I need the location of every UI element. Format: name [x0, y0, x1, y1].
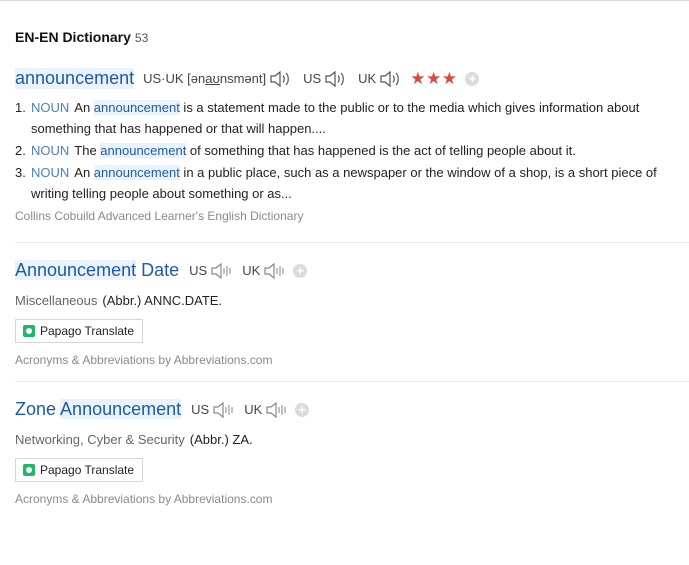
- pronunciation: US·UK [ənaʊnsmənt]: [143, 71, 267, 86]
- speaker-disabled-icon: [212, 401, 234, 419]
- divider: [15, 242, 689, 243]
- source-link[interactable]: Acronyms & Abbreviations by Abbreviation…: [15, 353, 689, 367]
- speaker-icon[interactable]: [324, 70, 346, 88]
- highlighted-word: announcement: [93, 100, 180, 115]
- highlighted-word: announcement: [100, 143, 187, 158]
- speaker-disabled-icon: [263, 262, 285, 280]
- entry-announcement: announcement US·UK [ənaʊnsmənt] US UK ★★…: [15, 68, 689, 223]
- entry-title-row: Zone Announcement US UK +: [15, 399, 689, 420]
- plus-icon[interactable]: +: [465, 71, 480, 86]
- speaker-icon[interactable]: [379, 70, 401, 88]
- plus-icon[interactable]: +: [295, 402, 310, 417]
- source-link[interactable]: Collins Cobuild Advanced Learner's Engli…: [15, 209, 689, 223]
- us-label: US: [189, 263, 208, 278]
- uk-label: UK: [242, 263, 261, 278]
- papago-translate-button[interactable]: Papago Translate: [15, 319, 144, 343]
- headword-link[interactable]: Announcement Date: [15, 260, 179, 281]
- rating-stars: ★★★: [410, 68, 458, 88]
- source-link[interactable]: Acronyms & Abbreviations by Abbreviation…: [15, 492, 689, 506]
- entry-title-row: Announcement Date US UK +: [15, 260, 689, 281]
- highlighted-word: announcement: [93, 165, 180, 180]
- definition-item: 3. NOUN An announcement in a public place,…: [15, 165, 657, 201]
- us-label: US: [191, 402, 210, 417]
- uk-label: UK: [358, 71, 377, 86]
- papago-translate-button[interactable]: Papago Translate: [15, 458, 144, 482]
- abbreviation-row: Networking, Cyber & Security (Abbr.) ZA.: [15, 432, 689, 447]
- us-label: US: [303, 71, 322, 86]
- entry-zone-announcement: Zone Announcement US UK + Networking, Cy…: [15, 399, 689, 506]
- abbreviation-row: Miscellaneous (Abbr.) ANNC.DATE.: [15, 293, 689, 308]
- part-of-speech: NOUN: [31, 143, 70, 158]
- headword-link[interactable]: Zone Announcement: [15, 399, 182, 420]
- definition-item: 2. NOUN The announcement of something that…: [15, 143, 576, 158]
- speaker-disabled-icon: [210, 262, 232, 280]
- category-label: Networking, Cyber & Security: [15, 432, 185, 447]
- dictionary-title: EN-EN Dictionary: [15, 29, 131, 45]
- papago-icon: [23, 325, 35, 337]
- category-label: Miscellaneous: [15, 293, 98, 308]
- speaker-disabled-icon: [265, 401, 287, 419]
- definition-item: 1. NOUN An announcement is a statement mad…: [15, 100, 640, 136]
- part-of-speech: NOUN: [31, 100, 70, 115]
- part-of-speech: NOUN: [31, 165, 70, 180]
- abbreviation: (Abbr.) ANNC.DATE.: [102, 293, 223, 308]
- dictionary-header: EN-EN Dictionary 53: [15, 29, 148, 45]
- entry-announcement-date: Announcement Date US UK + Miscellaneous (…: [15, 260, 689, 367]
- entry-title-row: announcement US·UK [ənaʊnsmənt] US UK ★★…: [15, 68, 689, 89]
- definition-list: 1. NOUN An announcement is a statement mad…: [15, 97, 689, 204]
- abbreviation: (Abbr.) ZA.: [189, 432, 253, 447]
- result-count: 53: [134, 31, 149, 45]
- headword-link[interactable]: announcement: [15, 68, 135, 89]
- divider: [15, 381, 689, 382]
- papago-icon: [23, 464, 35, 476]
- plus-icon[interactable]: +: [293, 263, 308, 278]
- uk-label: UK: [244, 402, 263, 417]
- speaker-icon[interactable]: [269, 70, 291, 88]
